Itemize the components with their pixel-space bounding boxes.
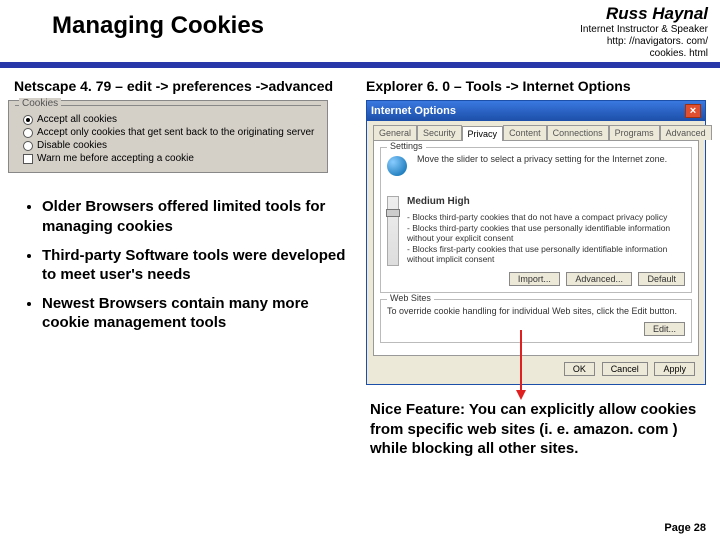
- opt-accept-origin: Accept only cookies that get sent back t…: [37, 127, 314, 138]
- bullet-list: Older Browsers offered limited tools for…: [14, 173, 350, 332]
- ie-websites-group: Web Sites To override cookie handling fo…: [380, 299, 692, 343]
- netscape-heading: Netscape 4. 79 – edit -> preferences ->a…: [14, 78, 350, 94]
- author-url1: http: //navigators. com/: [580, 36, 708, 48]
- ok-button[interactable]: OK: [564, 362, 595, 376]
- import-button[interactable]: Import...: [509, 272, 560, 286]
- advanced-button[interactable]: Advanced...: [566, 272, 632, 286]
- author-subtitle: Internet Instructor & Speaker: [580, 24, 708, 36]
- apply-button[interactable]: Apply: [654, 362, 695, 376]
- radio-icon[interactable]: [23, 115, 33, 125]
- ie-window-title: Internet Options: [371, 105, 456, 117]
- radio-icon[interactable]: [23, 128, 33, 138]
- opt-warn: Warn me before accepting a cookie: [37, 153, 194, 164]
- author-block: Russ Haynal Internet Instructor & Speake…: [580, 4, 708, 60]
- ie-titlebar: Internet Options ×: [367, 101, 705, 121]
- close-icon[interactable]: ×: [685, 104, 701, 118]
- ie-websites-label: Web Sites: [387, 293, 434, 303]
- checkbox-icon[interactable]: [23, 154, 33, 164]
- ie-slider-intro: Move the slider to select a privacy sett…: [417, 154, 667, 176]
- bullet-2: Third-party Software tools were develope…: [42, 246, 350, 284]
- tab-content[interactable]: Content: [503, 125, 547, 140]
- default-button[interactable]: Default: [638, 272, 685, 286]
- tab-connections[interactable]: Connections: [547, 125, 609, 140]
- bullet-1: Older Browsers offered limited tools for…: [42, 197, 350, 235]
- page-number: Page 28: [664, 522, 706, 534]
- tab-programs[interactable]: Programs: [609, 125, 660, 140]
- opt-accept-all: Accept all cookies: [37, 114, 117, 125]
- globe-icon: [387, 156, 407, 176]
- ie-options-window: Internet Options × General Security Priv…: [366, 100, 706, 385]
- ie-heading: Explorer 6. 0 – Tools -> Internet Option…: [366, 78, 706, 94]
- bullet-3: Newest Browsers contain many more cookie…: [42, 294, 350, 332]
- author-name: Russ Haynal: [580, 4, 708, 24]
- tab-advanced[interactable]: Advanced: [660, 125, 712, 140]
- ie-tabs: General Security Privacy Content Connect…: [373, 125, 699, 140]
- opt-disable: Disable cookies: [37, 140, 107, 151]
- author-url2: cookies. html: [580, 48, 708, 60]
- netscape-panel: Cookies Accept all cookies Accept only c…: [8, 100, 328, 173]
- privacy-desc-1: - Blocks third-party cookies that do not…: [407, 212, 685, 223]
- privacy-level: Medium High: [407, 196, 685, 209]
- slide-title: Managing Cookies: [12, 4, 264, 40]
- ie-websites-text: To override cookie handling for individu…: [387, 306, 685, 316]
- ie-settings-label: Settings: [387, 141, 426, 151]
- privacy-desc-2: - Blocks third-party cookies that use pe…: [407, 223, 685, 244]
- ie-settings-group: Settings Move the slider to select a pri…: [380, 147, 692, 293]
- privacy-slider[interactable]: [387, 196, 399, 266]
- tab-security[interactable]: Security: [417, 125, 462, 140]
- privacy-desc-3: - Blocks first-party cookies that use pe…: [407, 244, 685, 265]
- edit-button[interactable]: Edit...: [644, 322, 685, 336]
- cancel-button[interactable]: Cancel: [602, 362, 648, 376]
- tab-privacy[interactable]: Privacy: [462, 126, 504, 141]
- radio-icon[interactable]: [23, 141, 33, 151]
- arrow-annotation: [520, 330, 526, 400]
- tab-general[interactable]: General: [373, 125, 417, 140]
- nice-feature-text: Nice Feature: You can explicitly allow c…: [370, 400, 700, 459]
- netscape-group-label: Cookies: [19, 98, 61, 109]
